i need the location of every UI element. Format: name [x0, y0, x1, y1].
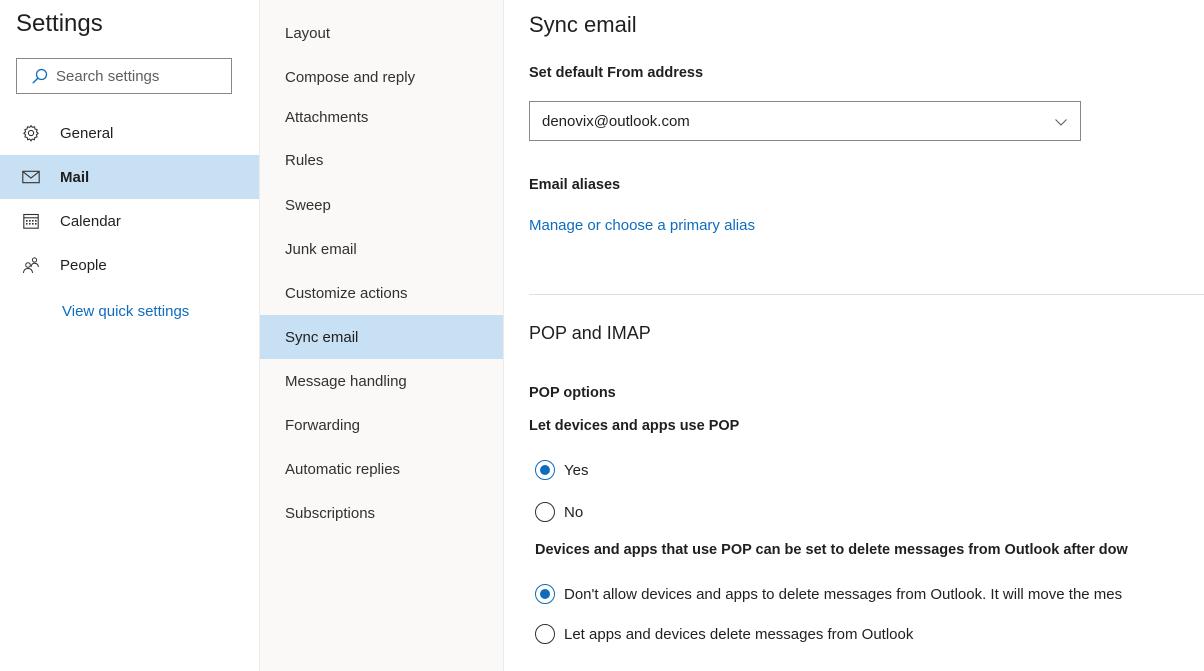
pop-yes-radio-option[interactable]: Yes [535, 458, 588, 482]
radio-button-unchecked[interactable] [535, 624, 555, 644]
dont-allow-delete-label: Don't allow devices and apps to delete m… [564, 585, 1123, 603]
calendar-icon [22, 212, 40, 230]
default-from-label: Set default From address [529, 65, 704, 81]
people-icon [22, 256, 40, 274]
nav-item-general[interactable]: General [0, 111, 259, 155]
subnav-item-automatic-replies[interactable]: Automatic replies [260, 447, 503, 491]
chevron-down-icon [1055, 119, 1067, 126]
radio-button-unchecked[interactable] [535, 502, 555, 522]
radio-button-checked[interactable] [535, 584, 555, 604]
nav-label-mail: Mail [60, 168, 90, 186]
mail-icon [22, 168, 40, 186]
search-settings-input[interactable] [56, 67, 216, 85]
default-from-value: denovix@outlook.com [542, 112, 690, 130]
settings-sidebar: Settings General [0, 0, 259, 671]
default-from-dropdown[interactable]: denovix@outlook.com [529, 101, 1081, 141]
sync-email-pane: Sync email Set default From address deno… [504, 0, 1204, 671]
subnav-item-message-handling[interactable]: Message handling [260, 359, 503, 403]
let-devices-use-pop-label: Let devices and apps use POP [529, 418, 740, 434]
subnav-item-forwarding[interactable]: Forwarding [260, 403, 503, 447]
allow-delete-radio-option[interactable]: Let apps and devices delete messages fro… [535, 622, 913, 646]
pop-yes-label: Yes [564, 461, 589, 479]
email-aliases-label: Email aliases [529, 177, 621, 193]
radio-button-checked[interactable] [535, 460, 555, 480]
subnav-item-subscriptions[interactable]: Subscriptions [260, 491, 503, 535]
subnav-item-sync-email[interactable]: Sync email [260, 315, 503, 359]
search-settings-box[interactable] [16, 58, 232, 94]
nav-label-general: General [60, 124, 114, 142]
nav-item-calendar[interactable]: Calendar [0, 199, 259, 243]
subnav-item-rules[interactable]: Rules [260, 138, 503, 182]
view-quick-settings-link[interactable]: View quick settings [62, 303, 189, 320]
settings-title: Settings [16, 10, 103, 37]
nav-item-mail[interactable]: Mail [0, 155, 259, 199]
pop-no-label: No [564, 503, 584, 521]
page-title: Sync email [529, 12, 637, 37]
pop-delete-description: Devices and apps that use POP can be set… [535, 542, 1128, 558]
allow-delete-label: Let apps and devices delete messages fro… [564, 625, 914, 643]
nav-label-calendar: Calendar [60, 212, 121, 230]
mail-settings-subnav: Layout Compose and reply Attachments Rul… [259, 0, 504, 671]
nav-item-people[interactable]: People [0, 243, 259, 287]
gear-icon [22, 124, 40, 142]
search-icon [32, 68, 48, 84]
dont-allow-delete-radio-option[interactable]: Don't allow devices and apps to delete m… [535, 582, 1122, 606]
pop-no-radio-option[interactable]: No [535, 500, 583, 524]
settings-window: Settings General [0, 0, 1204, 671]
subnav-item-junk-email[interactable]: Junk email [260, 227, 503, 271]
subnav-item-sweep[interactable]: Sweep [260, 183, 503, 227]
subnav-item-compose-and-reply[interactable]: Compose and reply [260, 55, 503, 99]
pop-options-label: POP options [529, 385, 616, 401]
subnav-item-customize-actions[interactable]: Customize actions [260, 271, 503, 315]
subnav-item-attachments[interactable]: Attachments [260, 95, 503, 139]
subnav-item-layout[interactable]: Layout [260, 11, 503, 55]
section-divider [529, 294, 1204, 295]
nav-label-people: People [60, 256, 107, 274]
pop-imap-heading: POP and IMAP [529, 323, 651, 343]
manage-alias-link[interactable]: Manage or choose a primary alias [529, 217, 755, 234]
